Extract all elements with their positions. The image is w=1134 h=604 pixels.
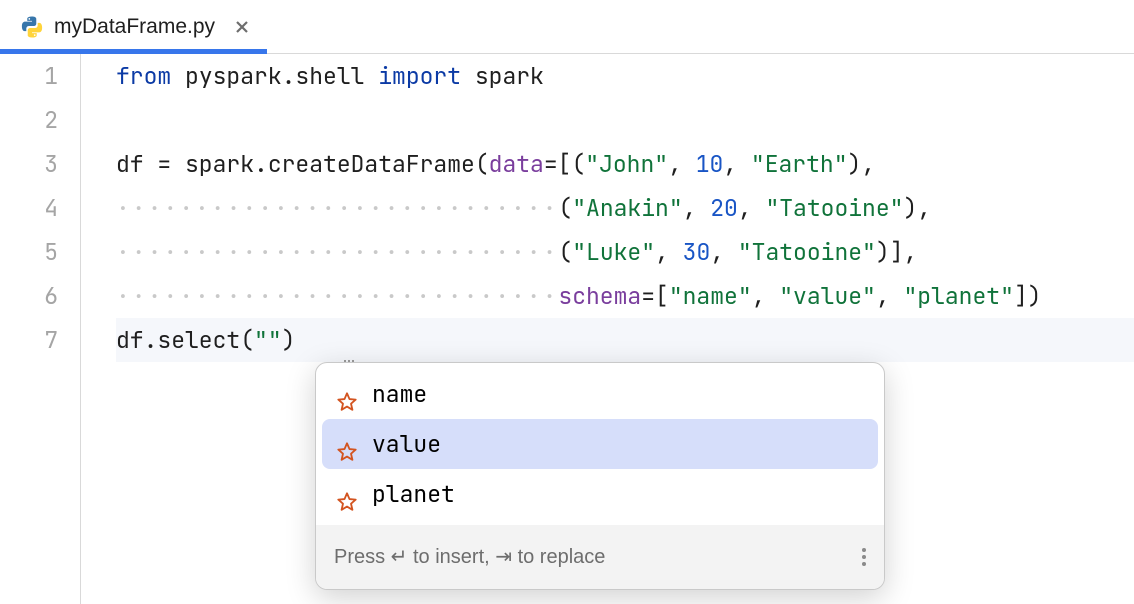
completion-item-name[interactable]: name	[322, 369, 878, 419]
completion-hint: Press ↵ to insert, ⇥ to replace	[316, 525, 884, 589]
python-file-icon	[20, 15, 44, 39]
tab-mydataframe[interactable]: myDataFrame.py	[0, 0, 267, 53]
string-literal: "Earth"	[751, 149, 848, 179]
indent-guide: ····························	[116, 237, 558, 267]
string-literal: "Anakin"	[572, 193, 682, 223]
line-number: 4	[0, 186, 58, 230]
code-line[interactable]: ····························("Luke", 30,…	[116, 230, 1134, 274]
module-path: pyspark.shell	[185, 61, 364, 91]
method-name: select	[157, 325, 240, 355]
completion-label: planet	[372, 472, 455, 516]
number-literal: 20	[710, 193, 738, 223]
number-literal: 10	[696, 149, 724, 179]
star-icon	[336, 483, 358, 505]
line-number: 6	[0, 274, 58, 318]
line-number: 7	[0, 318, 58, 362]
string-literal: "John"	[585, 149, 668, 179]
completion-popup: name value planet Press ↵ to insert, ⇥ t…	[315, 362, 885, 590]
code-line[interactable]: from pyspark.shell import spark	[116, 54, 1134, 98]
tab-label: myDataFrame.py	[54, 15, 215, 39]
number-literal: 30	[683, 237, 711, 267]
keyword-from: from	[116, 61, 171, 91]
completion-label: name	[372, 372, 427, 416]
paren: (	[475, 149, 489, 179]
line-number: 5	[0, 230, 58, 274]
editor-area[interactable]: 1 2 3 4 5 6 7 from pyspark.shell import …	[0, 54, 1134, 604]
string-literal: "value"	[779, 281, 876, 311]
more-options-icon[interactable]	[862, 548, 866, 566]
completion-item-value[interactable]: value	[322, 419, 878, 469]
close-icon[interactable]	[233, 18, 251, 36]
code-line[interactable]: ····························("Anakin", 2…	[116, 186, 1134, 230]
string-literal: "Luke"	[572, 237, 655, 267]
string-literal: "Tatooine"	[765, 193, 903, 223]
star-icon	[336, 433, 358, 455]
completion-item-planet[interactable]: planet	[322, 469, 878, 519]
line-number: 1	[0, 54, 58, 98]
line-number: 3	[0, 142, 58, 186]
method-name: createDataFrame	[268, 149, 475, 179]
named-arg: data	[489, 149, 544, 179]
line-number: 2	[0, 98, 58, 142]
star-icon	[336, 383, 358, 405]
named-arg: schema	[558, 281, 641, 311]
tab-bar: myDataFrame.py	[0, 0, 1134, 54]
paren: )	[282, 325, 296, 355]
string-literal: "Tatooine"	[738, 237, 876, 267]
code-text: df = spark.	[116, 149, 268, 179]
punct: =[	[544, 149, 572, 179]
string-literal: "name"	[669, 281, 752, 311]
line-number-gutter: 1 2 3 4 5 6 7	[0, 54, 80, 604]
paren: (	[240, 325, 254, 355]
code-line[interactable]: df = spark.createDataFrame(data=[("John"…	[116, 142, 1134, 186]
completion-label: value	[372, 422, 441, 466]
completion-list: name value planet	[316, 363, 884, 525]
keyword-import: import	[378, 61, 461, 91]
completion-hint-text: Press ↵ to insert, ⇥ to replace	[334, 535, 605, 579]
string-literal: ""	[254, 325, 282, 355]
code-line-current[interactable]: df.select("")	[116, 318, 1134, 362]
code-line[interactable]	[116, 98, 1134, 142]
imported-name: spark	[475, 61, 544, 91]
indent-guide: ····························	[116, 281, 558, 311]
code-line[interactable]: ····························schema=["nam…	[116, 274, 1134, 318]
code-content[interactable]: from pyspark.shell import spark df = spa…	[80, 54, 1134, 604]
code-text: df.	[116, 325, 157, 355]
indent-guide: ····························	[116, 193, 558, 223]
string-literal: "planet"	[903, 281, 1013, 311]
